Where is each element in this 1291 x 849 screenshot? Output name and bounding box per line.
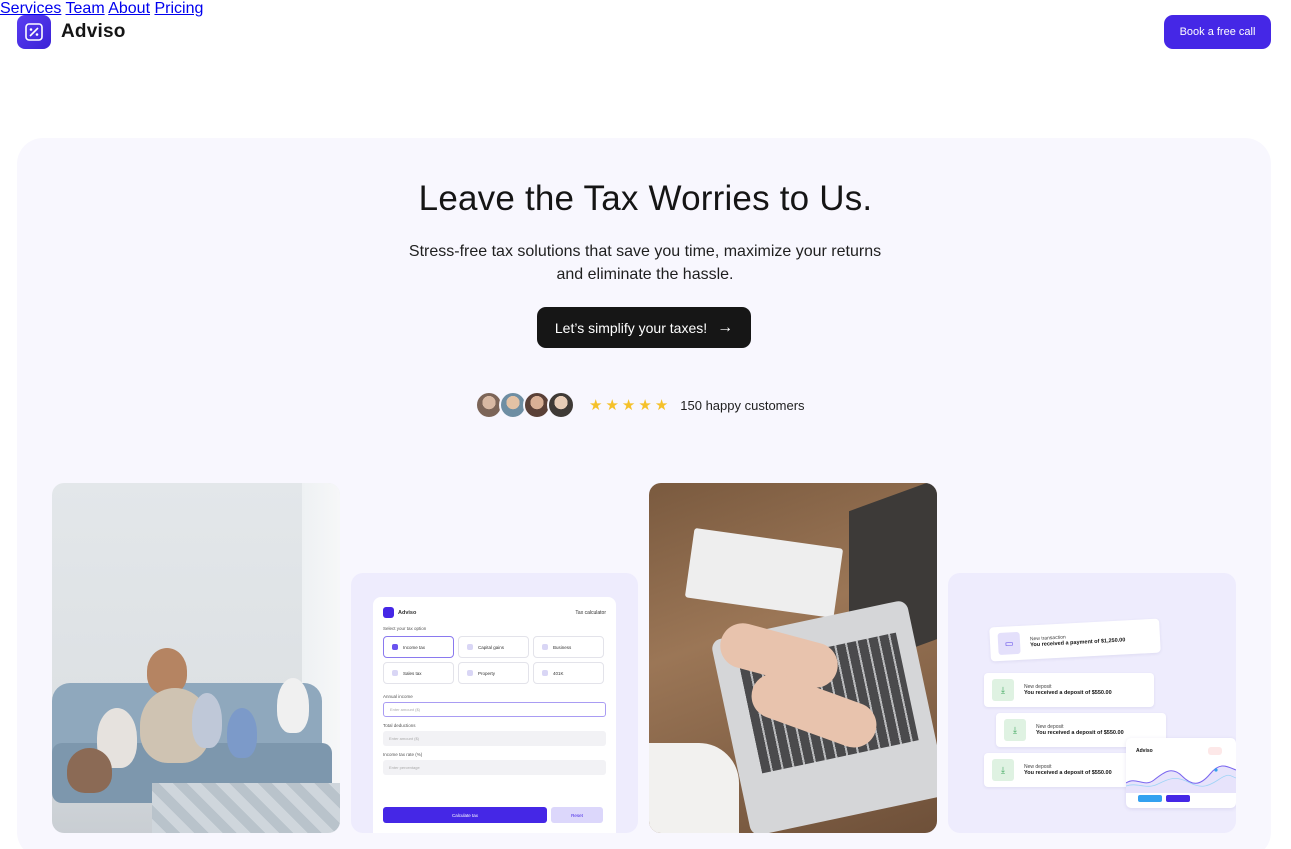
star-icon: ★ <box>654 397 669 414</box>
clock-icon <box>542 670 548 676</box>
card-icon: ▭ <box>997 631 1021 656</box>
option-label: Business <box>553 644 572 650</box>
total-deductions-label: Total deductions <box>383 723 416 728</box>
star-icon: ★ <box>605 397 619 414</box>
calculator-brand: Adviso <box>398 609 417 616</box>
customer-avatars <box>475 391 575 419</box>
nav-pricing[interactable]: Pricing <box>154 0 203 17</box>
tax-rate-label: Income tax rate (%) <box>383 752 423 757</box>
tax-calculator: Adviso Tax calculator Select your tax op… <box>373 597 616 833</box>
total-deductions-input[interactable]: Enter amount ($) <box>383 731 606 746</box>
family-photo <box>52 483 340 833</box>
avatar <box>547 391 575 419</box>
calculate-tax-button[interactable]: Calculate tax <box>383 807 547 823</box>
option-label: Sales tax <box>403 670 422 676</box>
mini-chart-button <box>1166 795 1190 802</box>
option-sales-tax[interactable]: Sales tax <box>383 662 454 684</box>
brand-name: Adviso <box>61 21 126 42</box>
chart-icon <box>467 644 473 650</box>
mini-chart-brand: Adviso <box>1136 748 1153 754</box>
input-placeholder: Enter percentage <box>389 765 420 770</box>
annual-income-input[interactable]: Enter amount ($) <box>383 702 606 717</box>
site-header: Adviso Services Team About Pricing Book … <box>0 0 1291 64</box>
option-property[interactable]: Property <box>458 662 529 684</box>
tax-rate-input[interactable]: Enter percentage <box>383 760 606 775</box>
mini-chart-line <box>1126 765 1236 793</box>
download-icon: ⤓ <box>992 679 1014 701</box>
deposits-card: ▭ New transaction You received a payment… <box>948 573 1236 833</box>
option-401k[interactable]: 401K <box>533 662 604 684</box>
annual-income-label: Annual income <box>383 694 413 699</box>
logo-icon <box>383 607 394 618</box>
transaction-notification: ▭ New transaction You received a payment… <box>989 618 1161 662</box>
option-income-tax[interactable]: Income tax <box>383 636 454 658</box>
briefcase-icon <box>542 644 548 650</box>
notification-desc: You received a deposit of $550.00 <box>1036 730 1124 736</box>
input-placeholder: Enter amount ($) <box>389 736 420 741</box>
option-label: Capital gains <box>478 644 505 650</box>
dollar-icon <box>392 644 398 650</box>
star-icon: ★ <box>621 397 636 414</box>
notification-desc: You received a deposit of $550.00 <box>1024 770 1112 776</box>
tax-calculator-card: Adviso Tax calculator Select your tax op… <box>351 573 638 833</box>
option-label: Property <box>478 670 496 676</box>
download-icon: ⤓ <box>992 759 1014 781</box>
main-nav: Services Team About Pricing <box>0 0 1291 18</box>
brand-logo[interactable]: Adviso <box>17 15 126 49</box>
download-icon: ⤓ <box>1004 719 1026 741</box>
deposit-notification: ⤓ New deposit You received a deposit of … <box>984 673 1154 707</box>
option-capital-gains[interactable]: Capital gains <box>458 636 529 658</box>
percent-logo-icon <box>17 15 51 49</box>
rating-stars: ★ ★ ★ ★ ★ <box>589 396 668 414</box>
social-proof: ★ ★ ★ ★ ★ 150 happy customers <box>475 391 805 419</box>
simplify-taxes-label: Let’s simplify your taxes! <box>554 319 708 336</box>
notification-desc: You received a deposit of $550.00 <box>1024 690 1112 696</box>
option-label: Income tax <box>403 644 426 650</box>
star-icon: ★ <box>589 397 603 414</box>
building-icon <box>467 670 473 676</box>
tax-option-label: Select your tax option <box>383 626 427 631</box>
input-placeholder: Enter amount ($) <box>390 707 421 712</box>
star-icon: ★ <box>638 397 652 414</box>
reset-button[interactable]: Reset <box>551 807 603 823</box>
simplify-taxes-button[interactable]: Let’s simplify your taxes! → <box>537 307 751 348</box>
book-call-button[interactable]: Book a free call <box>1164 15 1271 49</box>
mini-chart-button <box>1138 795 1162 802</box>
arrow-right-icon: → <box>717 318 734 336</box>
hero-title: Leave the Tax Worries to Us. <box>418 179 873 218</box>
option-business[interactable]: Business <box>533 636 604 658</box>
receipt-icon <box>392 670 398 676</box>
option-label: 401K <box>553 670 564 676</box>
laptop-photo <box>649 483 937 833</box>
hero-subtitle: Stress-free tax solutions that save you … <box>408 243 882 283</box>
calculator-title: Tax calculator <box>575 609 606 616</box>
mini-chart-badge <box>1208 747 1222 755</box>
mini-chart: Adviso <box>1126 738 1236 808</box>
customers-count: 150 happy customers <box>680 397 805 413</box>
